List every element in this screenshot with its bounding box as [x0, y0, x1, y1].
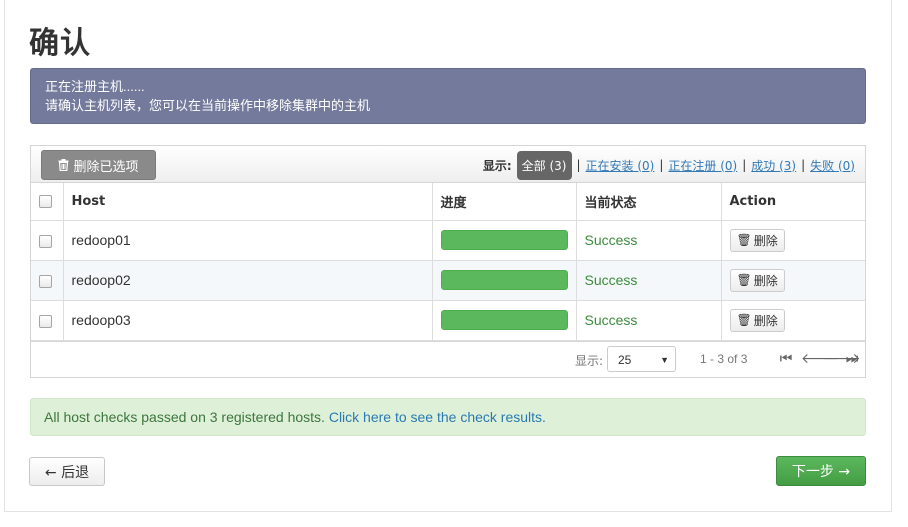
table-header-row: Host 进度 当前状态 Action	[31, 183, 865, 221]
trash-icon: 🗑	[736, 273, 752, 287]
first-page-icon[interactable]: ⏮	[779, 350, 793, 366]
host-checks-alert: All host checks passed on 3 registered h…	[30, 398, 866, 436]
info-line-instructions: 请确认主机列表，您可以在当前操作中移除集群中的主机	[45, 98, 371, 113]
host-status-link[interactable]: Success	[575, 259, 722, 301]
column-header-host[interactable]: Host	[62, 183, 433, 221]
header-select-all-cell	[31, 183, 64, 221]
page-size-select[interactable]: 25 ▼	[607, 345, 676, 372]
trash-icon: 🗑	[736, 313, 752, 327]
action-cell: 🗑 删除	[720, 299, 865, 341]
check-results-link[interactable]: Click here to see the check results.	[329, 409, 546, 425]
page-range-text: 1 - 3 of 3	[700, 351, 748, 366]
table-row: redoop01 Success 🗑 删除	[31, 219, 865, 261]
remove-host-label: 删除	[753, 273, 778, 288]
column-header-action: Action	[720, 183, 865, 221]
remove-host-label: 删除	[753, 233, 778, 248]
table-row: redoop02 Success 🗑 删除	[31, 259, 865, 301]
hosts-panel: 删除已选项 显示: 全部 (3) | 正在安装 (0) | 正在注册 (0) |…	[30, 145, 866, 378]
delete-selected-button[interactable]: 删除已选项	[41, 150, 156, 180]
pager-navigation: ⏮ 🡐 🡒 ⏭	[779, 350, 861, 366]
trash-icon	[58, 159, 69, 171]
next-page-icon[interactable]: 🡒	[823, 350, 861, 366]
progress-bar-fill	[440, 310, 568, 330]
filter-separator: |	[742, 158, 747, 172]
progress-cell	[431, 259, 577, 301]
action-cell: 🗑 删除	[720, 219, 865, 261]
progress-bar	[440, 270, 568, 290]
progress-bar-fill	[440, 230, 568, 250]
row-select-cell	[31, 259, 64, 301]
row-checkbox[interactable]	[39, 314, 52, 328]
status-filter-bar: 显示: 全部 (3) | 正在安装 (0) | 正在注册 (0) | 成功 (3…	[483, 150, 855, 180]
delete-selected-label: 删除已选项	[73, 159, 139, 175]
remove-host-button[interactable]: 🗑 删除	[729, 308, 785, 332]
action-cell: 🗑 删除	[720, 259, 865, 301]
trash-icon: 🗑	[736, 233, 752, 247]
back-button[interactable]: ← 后退	[29, 457, 105, 486]
remove-host-button[interactable]: 🗑 删除	[729, 228, 785, 252]
next-button[interactable]: 下一步 →	[776, 456, 866, 486]
info-line-status: 正在注册主机......	[45, 79, 145, 94]
progress-cell	[431, 299, 577, 341]
progress-bar	[440, 310, 568, 330]
page-size-label: 显示:	[575, 353, 604, 368]
hosts-table: Host 进度 当前状态 Action redoop01 Success 🗑 删除…	[31, 183, 865, 341]
page-size-value: 25	[618, 352, 632, 367]
row-select-cell	[31, 299, 64, 341]
filter-label: 显示:	[482, 158, 512, 173]
remove-host-label: 删除	[753, 313, 778, 328]
table-pager: 显示: 25 ▼ 1 - 3 of 3 ⏮ 🡐 🡒 ⏭	[31, 340, 865, 377]
host-checks-text: All host checks passed on 3 registered h…	[44, 409, 325, 425]
host-status-link[interactable]: Success	[575, 299, 722, 341]
filter-separator: |	[659, 158, 664, 172]
row-checkbox[interactable]	[39, 234, 52, 248]
column-header-status[interactable]: 当前状态	[575, 183, 722, 221]
host-name: redoop01	[62, 219, 433, 261]
host-name: redoop03	[62, 299, 433, 341]
filter-separator: |	[801, 158, 806, 172]
caret-down-icon: ▼	[660, 354, 669, 365]
page-title: 确认	[29, 26, 91, 61]
filter-failed[interactable]: 失败 (0)	[810, 157, 855, 174]
filter-installing[interactable]: 正在安装 (0)	[586, 157, 655, 174]
progress-bar-fill	[440, 270, 568, 290]
row-checkbox[interactable]	[39, 274, 52, 288]
filter-all[interactable]: 全部 (3)	[516, 150, 572, 180]
host-name: redoop02	[62, 259, 433, 301]
previous-page-icon[interactable]: 🡐	[801, 350, 839, 366]
progress-bar	[440, 230, 568, 250]
select-all-checkbox[interactable]	[39, 194, 52, 208]
row-select-cell	[31, 219, 64, 261]
remove-host-button[interactable]: 🗑 删除	[729, 268, 785, 292]
filter-separator: |	[576, 158, 581, 172]
host-status-link[interactable]: Success	[575, 219, 722, 261]
hosts-toolbar: 删除已选项 显示: 全部 (3) | 正在安装 (0) | 正在注册 (0) |…	[31, 146, 865, 183]
progress-cell	[431, 219, 577, 261]
table-row: redoop03 Success 🗑 删除	[31, 299, 865, 341]
column-header-progress: 进度	[431, 183, 577, 221]
last-page-icon[interactable]: ⏭	[845, 350, 859, 366]
registration-info-box: 正在注册主机...... 请确认主机列表，您可以在当前操作中移除集群中的主机	[30, 68, 866, 124]
filter-registering[interactable]: 正在注册 (0)	[668, 157, 737, 174]
filter-success[interactable]: 成功 (3)	[751, 157, 796, 174]
